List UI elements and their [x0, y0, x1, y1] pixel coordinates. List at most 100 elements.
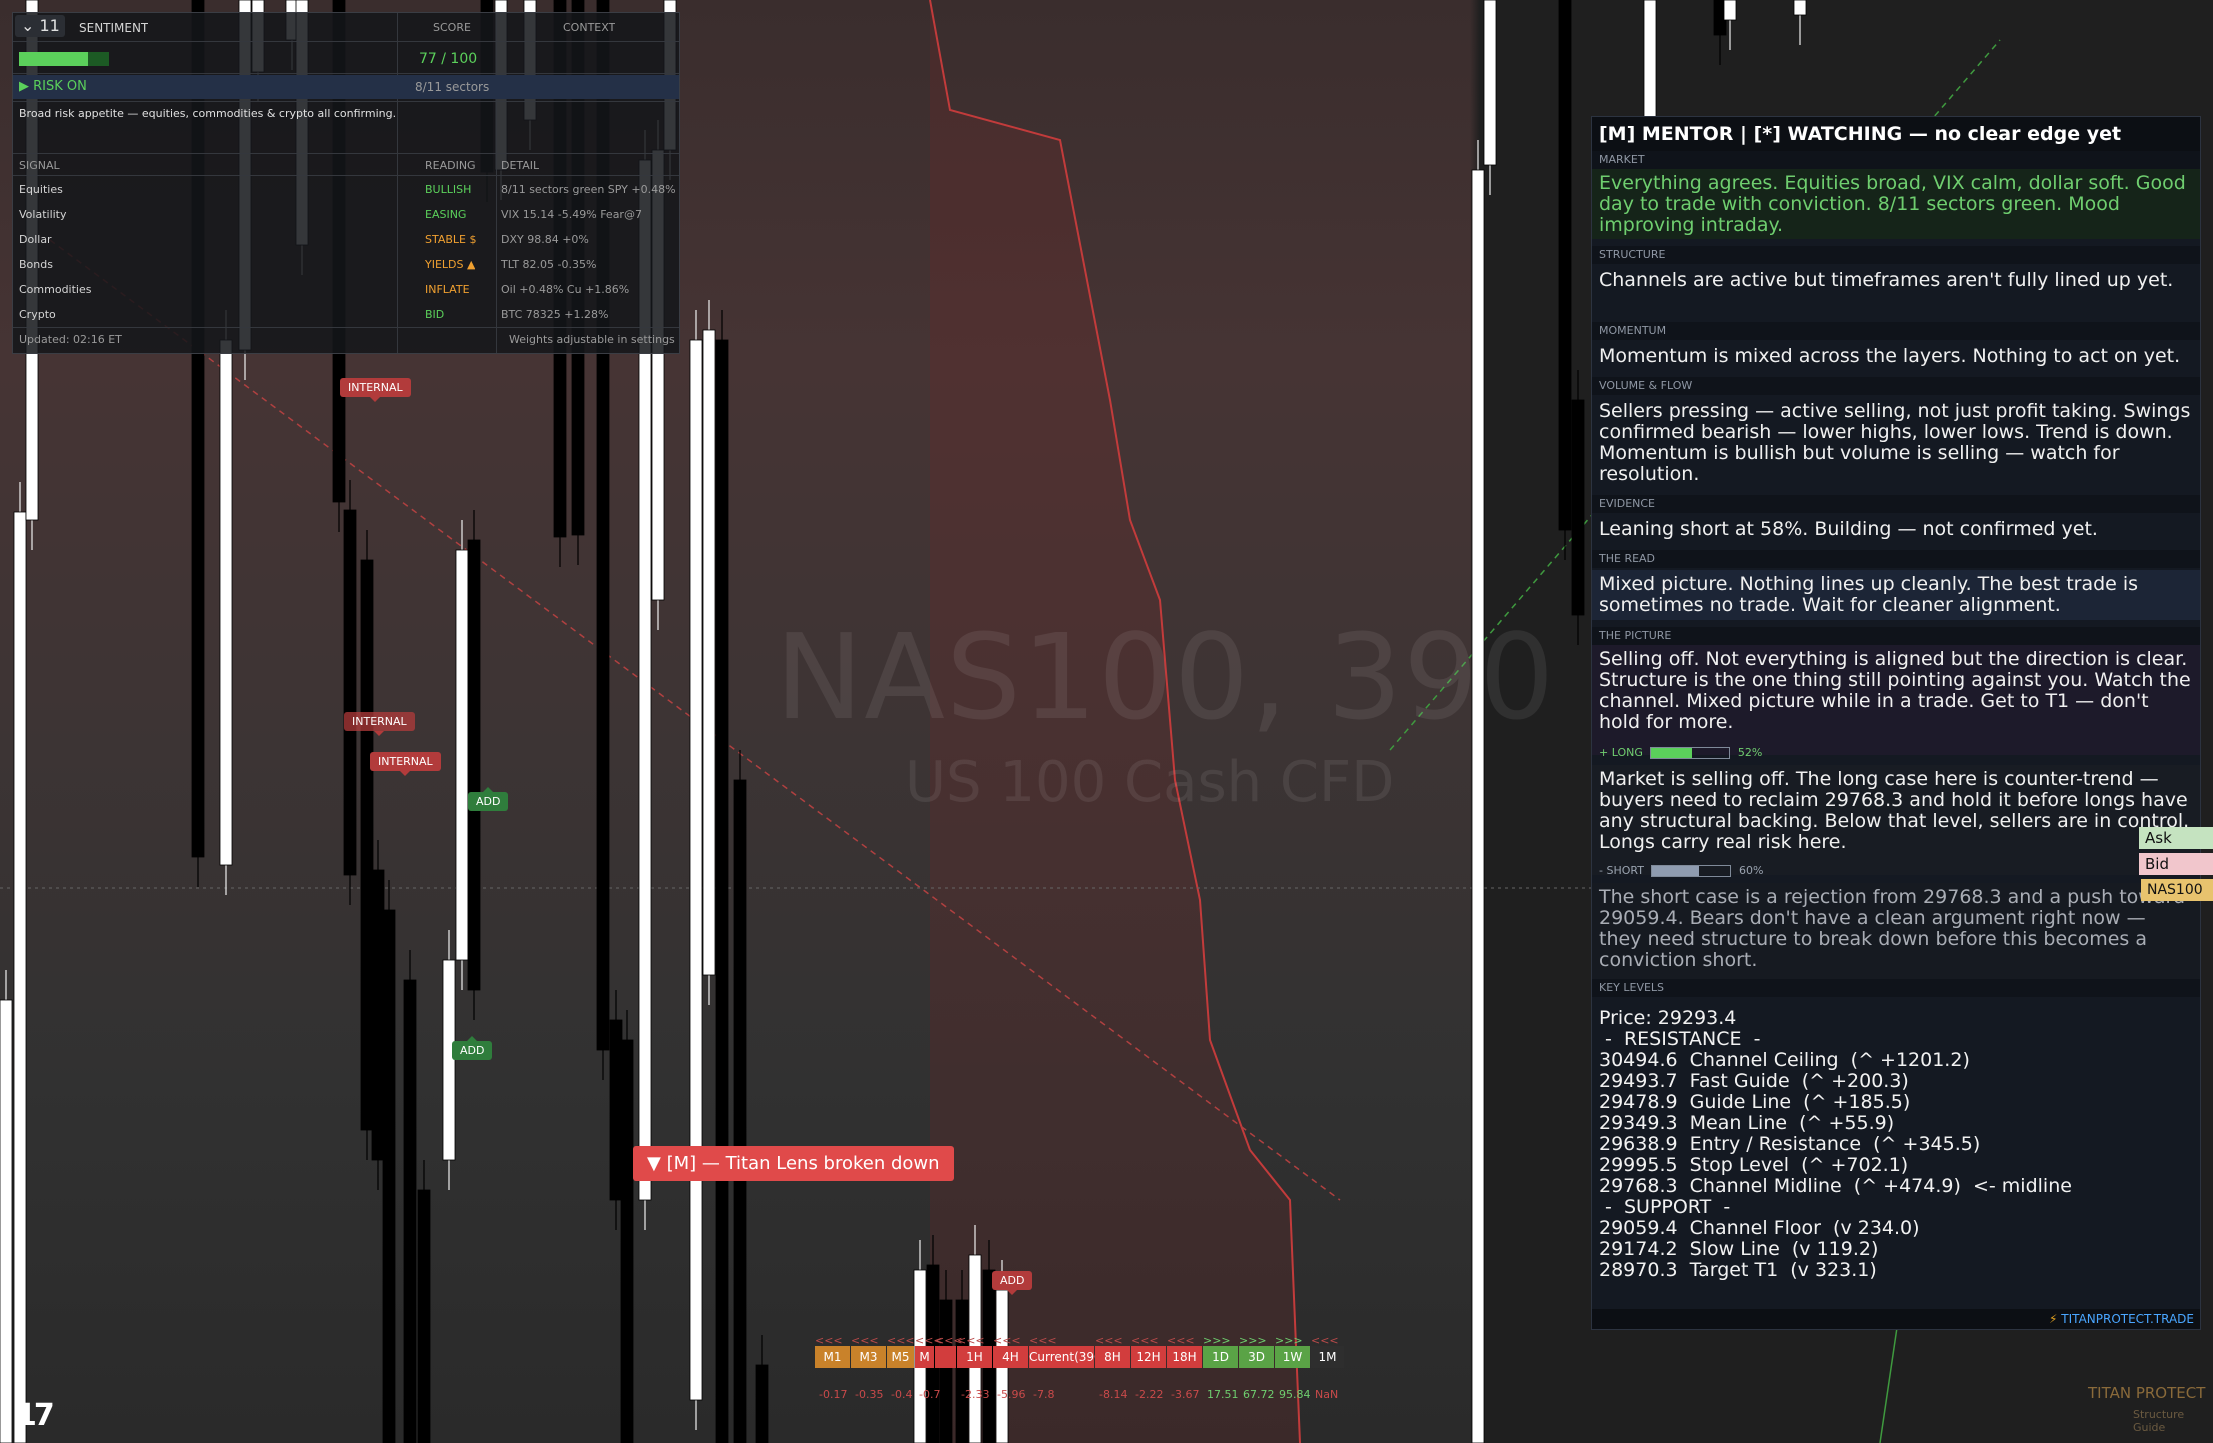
description-watermark: US 100 Cash CFD	[905, 750, 1395, 815]
signal-detail: TLT 82.05 -0.35%	[501, 258, 597, 271]
candle-body	[955, 1299, 969, 1443]
key-levels-list: Price: 29293.4 - RESISTANCE -30494.6 Cha…	[1599, 1008, 2199, 1281]
the-picture-label: THE PICTURE	[1592, 627, 2200, 645]
internal-tag[interactable]: INTERNAL	[370, 752, 441, 776]
tf-cell[interactable]: 3D	[1239, 1346, 1274, 1368]
ask-label: Ask	[2139, 827, 2213, 849]
signal-detail: DXY 98.84 +0%	[501, 233, 589, 246]
tf-value: -3.67	[1171, 1388, 1200, 1401]
signal-name: Dollar	[19, 233, 52, 246]
tf-cell[interactable]: 1H	[957, 1346, 992, 1368]
symbol-watermark: NAS100, 390	[775, 608, 1556, 746]
candle-body	[360, 559, 374, 1131]
tf-direction-arrows: <<<	[1095, 1334, 1123, 1347]
sentiment-title: SENTIMENT	[79, 21, 149, 35]
signal-name: Commodities	[19, 283, 92, 296]
tf-cell[interactable]: 1W	[1275, 1346, 1310, 1368]
evidence-label: EVIDENCE	[1592, 495, 2200, 513]
long-meter	[1650, 747, 1731, 759]
candle-body	[0, 999, 13, 1443]
tf-direction-arrows: <<<	[851, 1334, 879, 1347]
short-pct: 60%	[1738, 864, 1764, 877]
tf-cell[interactable]: 8H	[1095, 1346, 1130, 1368]
signal-detail: BTC 78325 +1.28%	[501, 308, 609, 321]
tf-cell[interactable]: M5	[887, 1346, 914, 1368]
signal-detail: 8/11 sectors green SPY +0.48%	[501, 183, 676, 196]
tf-direction-arrows: <<<	[935, 1334, 963, 1347]
tf-direction-arrows: <<<	[815, 1334, 843, 1347]
internal-tag[interactable]: INTERNAL	[340, 378, 411, 402]
tf-direction-arrows: <<<	[915, 1334, 943, 1347]
candle-body	[1471, 169, 1485, 1443]
brand-sub-label: Structure Guide	[2133, 1408, 2185, 1434]
the-read-text: Mixed picture. Nothing lines up cleanly.…	[1592, 570, 2200, 620]
titan-lens-alert[interactable]: ▼ [M] — Titan Lens broken down	[633, 1146, 954, 1181]
titanprotect-link[interactable]: ⚡ TITANPROTECT.TRADE	[2049, 1312, 2194, 1326]
tf-value: -5.96	[997, 1388, 1026, 1401]
tf-value: NaN	[1315, 1388, 1339, 1401]
bid-label: Bid	[2139, 853, 2213, 875]
tf-direction-arrows: >>>	[1203, 1334, 1231, 1347]
signal-reading: BULLISH	[425, 183, 472, 196]
candle-body	[467, 539, 481, 991]
internal-tag[interactable]: INTERNAL	[344, 712, 415, 736]
candle-body	[1571, 399, 1585, 616]
candle-body	[219, 339, 233, 866]
tf-cell[interactable]: 18H	[1167, 1346, 1202, 1368]
tf-value: 17.51	[1207, 1388, 1239, 1401]
signal-reading: INFLATE	[425, 283, 470, 296]
add-tag[interactable]: ADD	[468, 787, 509, 811]
mentor-header: [M] MENTOR | [*] WATCHING — no clear edg…	[1592, 117, 2200, 151]
tf-value: -2.33	[961, 1388, 990, 1401]
key-level-line: 29638.9 Entry / Resistance (^ +345.5)	[1599, 1133, 1981, 1155]
market-text: Everything agrees. Equities broad, VIX c…	[1592, 169, 2200, 239]
sentiment-summary: Broad risk appetite — equities, commodit…	[19, 107, 397, 120]
score-value: 77 / 100	[419, 51, 478, 67]
add-tag[interactable]: ADD	[992, 1271, 1033, 1295]
momentum-text: Momentum is mixed across the layers. Not…	[1599, 345, 2181, 367]
candle-body	[13, 511, 27, 1443]
tf-direction-arrows: <<<	[1167, 1334, 1195, 1347]
key-level-line: 28970.3 Target T1 (v 323.1)	[1599, 1259, 1877, 1281]
tf-cell[interactable]: 1D	[1203, 1346, 1238, 1368]
add-tag[interactable]: ADD	[452, 1036, 493, 1060]
long-bar: + LONG 52%	[1599, 744, 1762, 762]
reading-header: READING	[425, 159, 476, 172]
long-pct: 52%	[1737, 746, 1763, 759]
candle-body	[382, 909, 396, 1443]
tf-cell[interactable]	[935, 1346, 956, 1368]
tf-direction-arrows: <<<	[887, 1334, 915, 1347]
key-level-line: 29174.2 Slow Line (v 119.2)	[1599, 1238, 1879, 1260]
key-level-line: Price: 29293.4	[1599, 1007, 1737, 1029]
score-header: SCORE	[433, 21, 471, 34]
tf-cell[interactable]: M	[915, 1346, 934, 1368]
key-level-line: 29995.5 Stop Level (^ +702.1)	[1599, 1154, 1909, 1176]
candle-body	[1793, 0, 1807, 16]
tf-cell[interactable]: M1	[815, 1346, 850, 1368]
tf-cell[interactable]: 1M	[1311, 1346, 1344, 1368]
tf-value: -0.7	[919, 1388, 941, 1401]
candle-body	[620, 1039, 634, 1443]
signal-name: Bonds	[19, 258, 53, 271]
signal-reading: STABLE $	[425, 233, 477, 246]
tf-cell[interactable]: 4H	[993, 1346, 1028, 1368]
signal-detail: VIX 15.14 -5.49% Fear@7	[501, 208, 642, 221]
candle-body	[733, 779, 747, 1443]
tf-direction-arrows: >>>	[1239, 1334, 1267, 1347]
candle-body	[442, 959, 456, 1161]
tf-cell[interactable]: 12H	[1131, 1346, 1166, 1368]
updated-time: Updated: 02:16 ET	[19, 333, 122, 346]
signal-header: SIGNAL	[19, 159, 60, 172]
bolt-icon: ⚡	[2049, 1312, 2058, 1326]
candle-body	[1483, 0, 1497, 166]
tradingview-logo[interactable]: 17	[16, 1398, 55, 1433]
mentor-footer: ⚡ TITANPROTECT.TRADE	[1592, 1309, 2200, 1329]
tf-cell[interactable]: Current(390)	[1029, 1346, 1106, 1368]
collapse-button[interactable]: ⌄ 11	[15, 15, 65, 37]
candle-body	[455, 549, 469, 961]
key-levels-label: KEY LEVELS	[1592, 979, 2200, 997]
candle-body	[715, 339, 729, 1443]
tf-direction-arrows: <<<	[1311, 1334, 1339, 1347]
evidence-text: Leaning short at 58%. Building — not con…	[1599, 518, 2098, 540]
tf-cell[interactable]: M3	[851, 1346, 886, 1368]
